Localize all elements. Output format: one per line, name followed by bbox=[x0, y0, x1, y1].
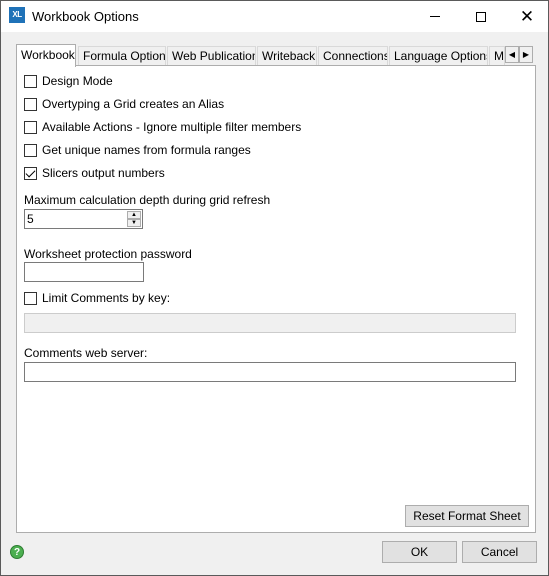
close-button[interactable]: ✕ bbox=[504, 1, 549, 32]
tab-workbook[interactable]: Workbook bbox=[16, 44, 76, 67]
overtyping-alias-checkbox[interactable] bbox=[24, 97, 37, 111]
calc-depth-stepper[interactable]: ▲ ▼ bbox=[24, 209, 143, 229]
cancel-button[interactable]: Cancel bbox=[462, 541, 537, 563]
unique-names-label: Get unique names from formula ranges bbox=[42, 143, 251, 157]
limit-comments-label: Limit Comments by key: bbox=[42, 291, 171, 305]
tab-writeback[interactable]: Writeback bbox=[257, 46, 317, 66]
ok-button[interactable]: OK bbox=[382, 541, 457, 563]
stepper-buttons: ▲ ▼ bbox=[127, 211, 141, 227]
unique-names-checkbox[interactable] bbox=[24, 143, 37, 157]
stepper-down-button[interactable]: ▼ bbox=[127, 219, 141, 227]
arrow-down-icon: ▼ bbox=[131, 220, 137, 226]
slicers-numbers-label: Slicers output numbers bbox=[42, 166, 165, 180]
design-mode-checkbox[interactable] bbox=[24, 74, 37, 88]
design-mode-label: Design Mode bbox=[42, 74, 113, 88]
tab-scroll-right-button[interactable]: ▶ bbox=[519, 46, 533, 63]
maximize-button[interactable] bbox=[458, 1, 504, 32]
comments-server-input[interactable] bbox=[25, 363, 515, 381]
protection-password-input[interactable] bbox=[25, 263, 143, 281]
available-actions-checkbox[interactable] bbox=[24, 120, 37, 134]
calc-depth-input[interactable] bbox=[25, 210, 125, 228]
title-bar: XL Workbook Options ✕ bbox=[1, 1, 548, 32]
tab-connections[interactable]: Connections bbox=[318, 46, 388, 66]
slicers-numbers-checkbox[interactable] bbox=[24, 166, 37, 180]
tab-scroll-left-button[interactable]: ◀ bbox=[505, 46, 519, 63]
help-icon[interactable]: ? bbox=[10, 545, 24, 559]
tab-web-publication[interactable]: Web Publication bbox=[167, 46, 256, 66]
overtyping-alias-option[interactable]: Overtyping a Grid creates an Alias bbox=[24, 96, 224, 112]
arrow-right-icon: ▶ bbox=[522, 50, 530, 59]
available-actions-option[interactable]: Available Actions - Ignore multiple filt… bbox=[24, 119, 301, 135]
workbook-tab-panel: Design Mode Overtyping a Grid creates an… bbox=[16, 65, 536, 533]
limit-comments-option[interactable]: Limit Comments by key: bbox=[24, 290, 170, 306]
tab-language-options[interactable]: Language Options bbox=[389, 46, 488, 66]
window-title: Workbook Options bbox=[32, 9, 139, 24]
calc-depth-label: Maximum calculation depth during grid re… bbox=[24, 193, 271, 207]
xl-app-icon: XL bbox=[9, 7, 25, 23]
workbook-options-dialog: XL Workbook Options ✕ Workbook Formula O… bbox=[0, 0, 549, 576]
minimize-icon bbox=[430, 16, 440, 17]
reset-format-sheet-button[interactable]: Reset Format Sheet bbox=[405, 505, 529, 527]
design-mode-option[interactable]: Design Mode bbox=[24, 73, 113, 89]
comments-server-label: Comments web server: bbox=[24, 346, 148, 360]
unique-names-option[interactable]: Get unique names from formula ranges bbox=[24, 142, 251, 158]
protection-password-field[interactable] bbox=[24, 262, 144, 282]
limit-comments-key-input bbox=[25, 314, 515, 332]
slicers-numbers-option[interactable]: Slicers output numbers bbox=[24, 165, 165, 181]
available-actions-label: Available Actions - Ignore multiple filt… bbox=[42, 120, 302, 134]
tab-more[interactable]: M bbox=[489, 46, 505, 66]
arrow-up-icon: ▲ bbox=[131, 212, 137, 218]
arrow-left-icon: ◀ bbox=[508, 50, 516, 59]
protection-password-label: Worksheet protection password bbox=[24, 247, 192, 261]
stepper-up-button[interactable]: ▲ bbox=[127, 211, 141, 219]
comments-server-field[interactable] bbox=[24, 362, 516, 382]
tab-formula-options[interactable]: Formula Options bbox=[78, 46, 166, 66]
minimize-button[interactable] bbox=[412, 1, 458, 32]
limit-comments-checkbox[interactable] bbox=[24, 291, 37, 305]
limit-comments-key-field bbox=[24, 313, 516, 333]
close-icon: ✕ bbox=[519, 6, 535, 26]
maximize-icon bbox=[476, 11, 486, 22]
overtyping-alias-label: Overtyping a Grid creates an Alias bbox=[42, 97, 225, 111]
